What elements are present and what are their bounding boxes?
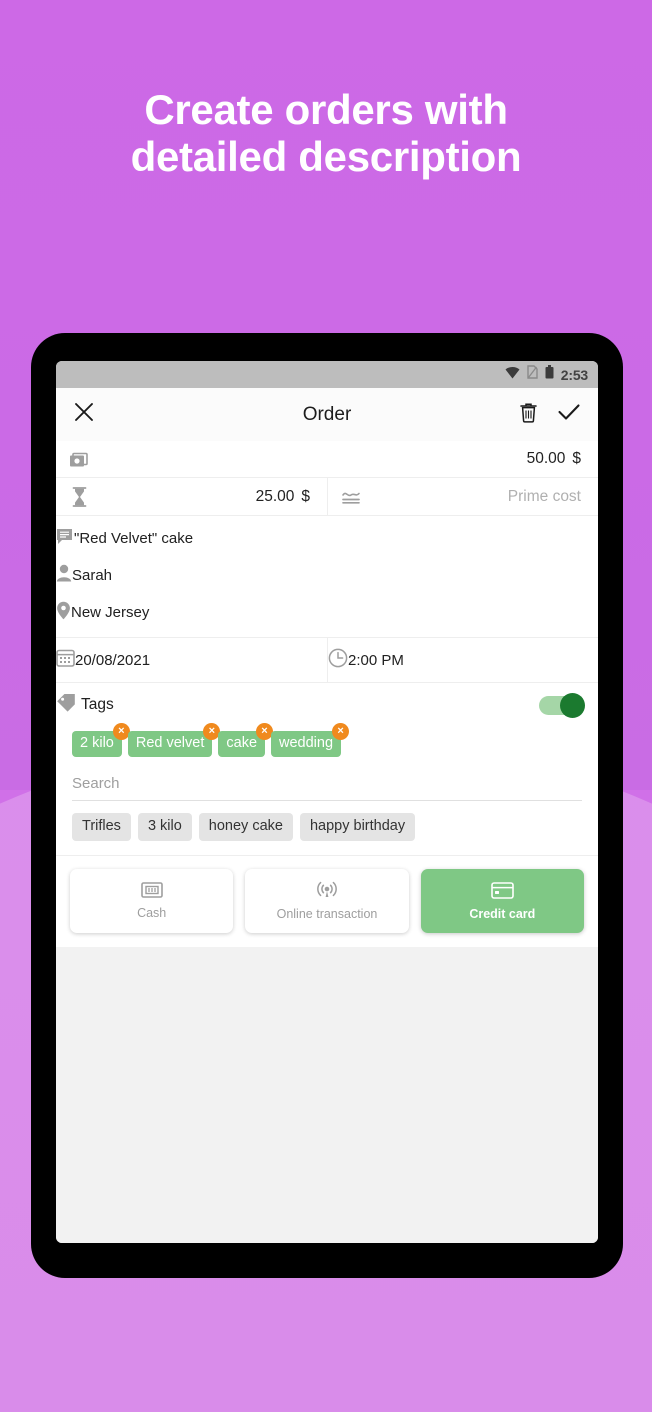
clock-icon	[328, 648, 348, 673]
headline-line-2: detailed description	[130, 133, 522, 180]
location-pin-icon	[56, 601, 71, 625]
tag-chip-label: cake	[226, 735, 258, 751]
check-icon	[558, 403, 580, 426]
page-title: Create orders with detailed description	[0, 86, 652, 180]
tag-chip[interactable]: wedding ×	[271, 723, 350, 757]
tags-label: Tags	[81, 696, 114, 713]
payment-label: Online transaction	[276, 907, 378, 921]
description-value[interactable]: "Red Velvet" cake	[74, 530, 193, 547]
tags-toggle[interactable]	[539, 692, 585, 718]
payment-method-cash[interactable]: Cash	[70, 869, 234, 933]
order-form: 50.00 $ 25.00 $ Prime cost "Red Velvet" …	[56, 441, 598, 856]
payment-method-credit-card[interactable]: Credit card	[420, 869, 584, 933]
tag-chip[interactable]: 2 kilo ×	[72, 723, 130, 757]
suggestion-chip[interactable]: Trifles	[72, 813, 131, 841]
phone-screen: 2:53 Order 50.00 $ 25.00 $ Prime cost "R…	[56, 361, 598, 1243]
suggestion-chip[interactable]: happy birthday	[299, 813, 416, 841]
person-icon	[56, 564, 72, 587]
date-value[interactable]: 20/08/2021	[75, 652, 150, 669]
tags-toggle-knob	[560, 692, 585, 718]
tag-chip-label: 2 kilo	[80, 735, 114, 751]
description-row[interactable]: "Red Velvet" cake	[56, 520, 598, 557]
tag-chip-label: Red velvet	[135, 735, 205, 751]
credit-card-icon	[491, 881, 514, 904]
status-time: 2:53	[560, 366, 588, 383]
confirm-button[interactable]	[558, 403, 580, 426]
tag-chip[interactable]: Red velvet ×	[127, 723, 221, 757]
cost-currency: $	[301, 487, 310, 505]
price-currency: $	[572, 450, 581, 467]
payment-label: Credit card	[469, 906, 536, 921]
status-bar: 2:53	[56, 361, 598, 388]
cost-row: 25.00 $ Prime cost	[56, 478, 598, 516]
cost-value[interactable]: 25.00	[102, 488, 301, 506]
tag-icon	[56, 693, 77, 717]
remove-tag-icon[interactable]: ×	[332, 723, 350, 740]
app-bar-title: Order	[302, 403, 352, 425]
delete-button[interactable]	[519, 402, 538, 428]
details-group: "Red Velvet" cake Sarah New Jersey	[56, 516, 598, 638]
close-button[interactable]	[74, 402, 94, 427]
cost-field[interactable]: 25.00 $	[56, 478, 327, 515]
prime-cost-placeholder: Prime cost	[507, 487, 581, 505]
time-field[interactable]: 2:00 PM	[327, 638, 598, 682]
datetime-row: 20/08/2021 2:00 PM	[56, 638, 598, 683]
location-row[interactable]: New Jersey	[56, 594, 598, 631]
contactless-icon	[315, 881, 339, 904]
comment-icon	[56, 528, 74, 550]
customer-value[interactable]: Sarah	[72, 567, 112, 584]
sim-signal-icon	[527, 365, 538, 384]
date-field[interactable]: 20/08/2021	[56, 638, 327, 682]
tag-chip-label: wedding	[279, 735, 334, 751]
trash-icon	[519, 402, 538, 428]
screen-filler	[56, 947, 598, 1243]
price-value[interactable]: 50.00	[102, 450, 572, 468]
payment-label: Cash	[137, 906, 167, 920]
tag-chip[interactable]: cake ×	[218, 723, 274, 757]
app-bar: Order	[56, 388, 598, 441]
search-input[interactable]	[72, 769, 582, 801]
tag-search-wrapper	[56, 767, 598, 801]
tags-header: Tags	[56, 683, 598, 727]
price-row[interactable]: 50.00 $	[56, 441, 598, 478]
hourglass-icon	[56, 486, 102, 507]
selected-tags-list: 2 kilo × Red velvet × cake × wedding ×	[56, 723, 598, 767]
money-icon	[56, 451, 102, 467]
phone-frame: 2:53 Order 50.00 $ 25.00 $ Prime cost "R…	[31, 333, 623, 1278]
wifi-icon	[505, 366, 520, 384]
tag-suggestions-list: Trifles 3 kilo honey cake happy birthday	[56, 801, 598, 856]
payment-method-online[interactable]: Online transaction	[245, 869, 409, 933]
suggestion-chip[interactable]: 3 kilo	[137, 813, 192, 841]
time-value[interactable]: 2:00 PM	[348, 652, 404, 669]
close-icon	[74, 402, 94, 427]
trend-lines-icon	[328, 489, 374, 505]
suggestion-chip[interactable]: honey cake	[198, 813, 293, 841]
location-value[interactable]: New Jersey	[71, 604, 149, 621]
customer-row[interactable]: Sarah	[56, 557, 598, 594]
prime-cost-field[interactable]: Prime cost	[327, 478, 598, 515]
calendar-icon	[56, 648, 75, 672]
payment-methods: Cash Online transaction Credit card	[56, 856, 598, 947]
banknote-icon	[140, 882, 163, 903]
headline-line-1: Create orders with	[144, 86, 508, 133]
battery-icon	[545, 365, 554, 384]
